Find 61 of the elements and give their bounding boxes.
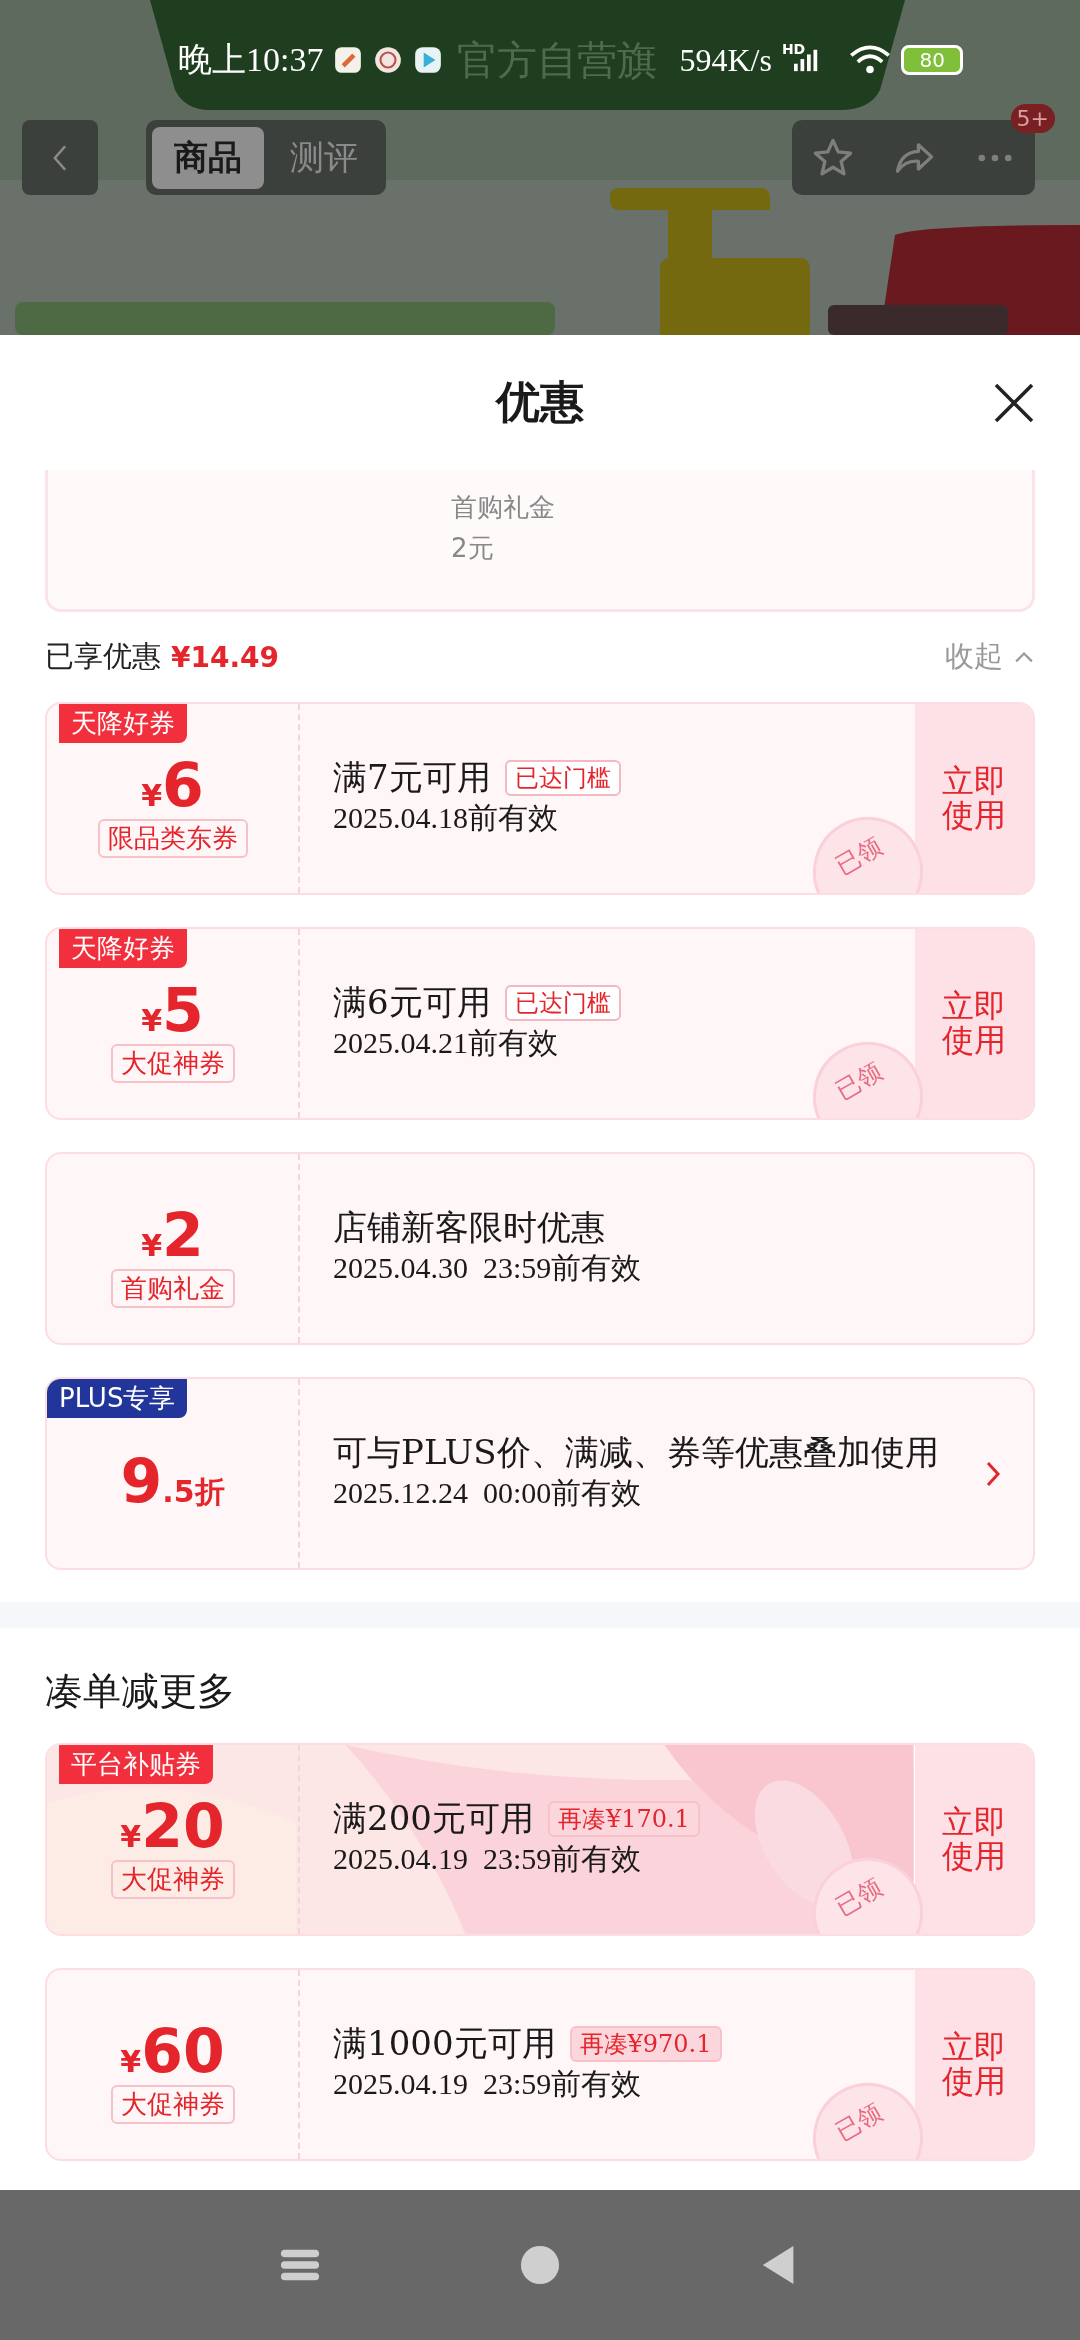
use-now-button[interactable]: 立即使用 [915, 704, 1033, 893]
coupon-card[interactable]: ¥2 首购礼金 店铺新客限时优惠 2025.04.30 23:59前有效 [45, 1152, 1035, 1345]
validity-text: 2025.04.19 23:59前有效 [333, 1840, 643, 1877]
threshold-label: 再凑¥970.1 [569, 2026, 722, 2062]
network-speed: 594K/s [679, 41, 772, 79]
back-button[interactable] [22, 120, 98, 195]
caret-icon [1013, 650, 1035, 664]
coupon-tag: 天降好券 [59, 704, 187, 743]
validity-text: 2025.04.19 23:59前有效 [333, 2065, 643, 2102]
validity-text: 2025.04.18前有效 [333, 799, 559, 836]
validity-text: 2025.04.21前有效 [333, 1024, 559, 1061]
coupon-condition: 满7元可用 [333, 758, 491, 798]
coupon-type-label: 大促神券 [110, 1860, 235, 1899]
summary-label: 已享优惠 [45, 638, 161, 675]
home-icon[interactable] [519, 2244, 561, 2286]
threshold-label: 已达门槛 [504, 760, 621, 796]
validity-text: 2025.04.30 23:59前有效 [333, 1249, 643, 1286]
play-app-icon [413, 45, 444, 75]
use-now-button[interactable]: 立即使用 [915, 929, 1033, 1118]
coupon-condition: 满1000元可用 [333, 2024, 556, 2064]
coupon-amount: ¥5 [141, 980, 204, 1040]
coupon-tag: 平台补贴券 [59, 1745, 213, 1784]
coupon-condition: 店铺新客限时优惠 [333, 1208, 605, 1248]
tab[interactable]: 商品 [152, 126, 264, 189]
coupon-condition: 满200元可用 [333, 1799, 534, 1839]
battery-indicator: 80 [901, 45, 964, 75]
threshold-label: 已达门槛 [504, 985, 621, 1021]
validity-text: 2025.12.24 00:00前有效 [333, 1474, 643, 1511]
note-app-icon [333, 45, 364, 75]
coupon-card[interactable]: 天降好券 ¥5 大促神券 满6元可用 已达门槛 2025.04.21前有效 立即使用 已领 [45, 927, 1035, 1120]
use-now-button[interactable]: 立即使用 [915, 1745, 1033, 1934]
coupon-condition: 可与PLUS价、满减、券等优惠叠加使用 [333, 1433, 939, 1473]
coupon-card[interactable]: PLUS专享 9.5折 可与PLUS价、满减、券等优惠叠加使用 2025.12.24 00:00前有效 [45, 1377, 1035, 1570]
collapse-button[interactable]: 收起 [945, 637, 1035, 677]
coupon-tag: 天降好券 [59, 929, 187, 968]
coupon-type-label: 大促神券 [110, 1044, 235, 1083]
coupon-amount: ¥6 [141, 755, 204, 815]
wifi-icon [849, 45, 892, 75]
coupon-amount: 9.5折 [120, 1450, 225, 1513]
network-type: HD [781, 41, 806, 57]
coupon-type-label: 大促神券 [110, 2085, 235, 2124]
coupon-type-label: 限品类东券 [97, 819, 248, 858]
threshold-label: 再凑¥170.1 [547, 1801, 700, 1837]
sheet-title: 优惠 [496, 375, 584, 429]
detail-text: 首购礼金 [451, 491, 555, 524]
summary-amount: ¥14.49 [171, 640, 280, 674]
coupon-tag: PLUS专享 [47, 1379, 188, 1418]
seal-app-icon [373, 45, 404, 75]
tab[interactable]: 测评 [268, 126, 380, 189]
coupon-amount: ¥2 [141, 1205, 204, 1265]
coupon-card[interactable]: 天降好券 ¥6 限品类东券 满7元可用 已达门槛 2025.04.18前有效 立即使用 已领 [45, 702, 1035, 895]
coupon-type-label: 首购礼金 [110, 1269, 235, 1308]
section-title: 凑单减更多 [44, 1668, 236, 1715]
status-time: 晚上10:37 [178, 40, 324, 80]
coupon-condition: 满6元可用 [333, 983, 491, 1023]
coupon-amount: ¥60 [120, 2021, 225, 2081]
use-now-button[interactable]: 立即使用 [915, 1970, 1033, 2159]
coupon-amount: ¥20 [120, 1796, 225, 1856]
coupon-card[interactable]: 平台补贴券 ¥20 大促神券 满200元可用 再凑¥170.1 2025.04.19 23:59前有效 立即使用 已领 [45, 1743, 1035, 1936]
detail-text: 2元 [451, 532, 494, 565]
coupon-card[interactable]: ¥60 大促神券 满1000元可用 再凑¥970.1 2025.04.19 23:59前有效 立即使用 已领 [45, 1968, 1035, 2161]
